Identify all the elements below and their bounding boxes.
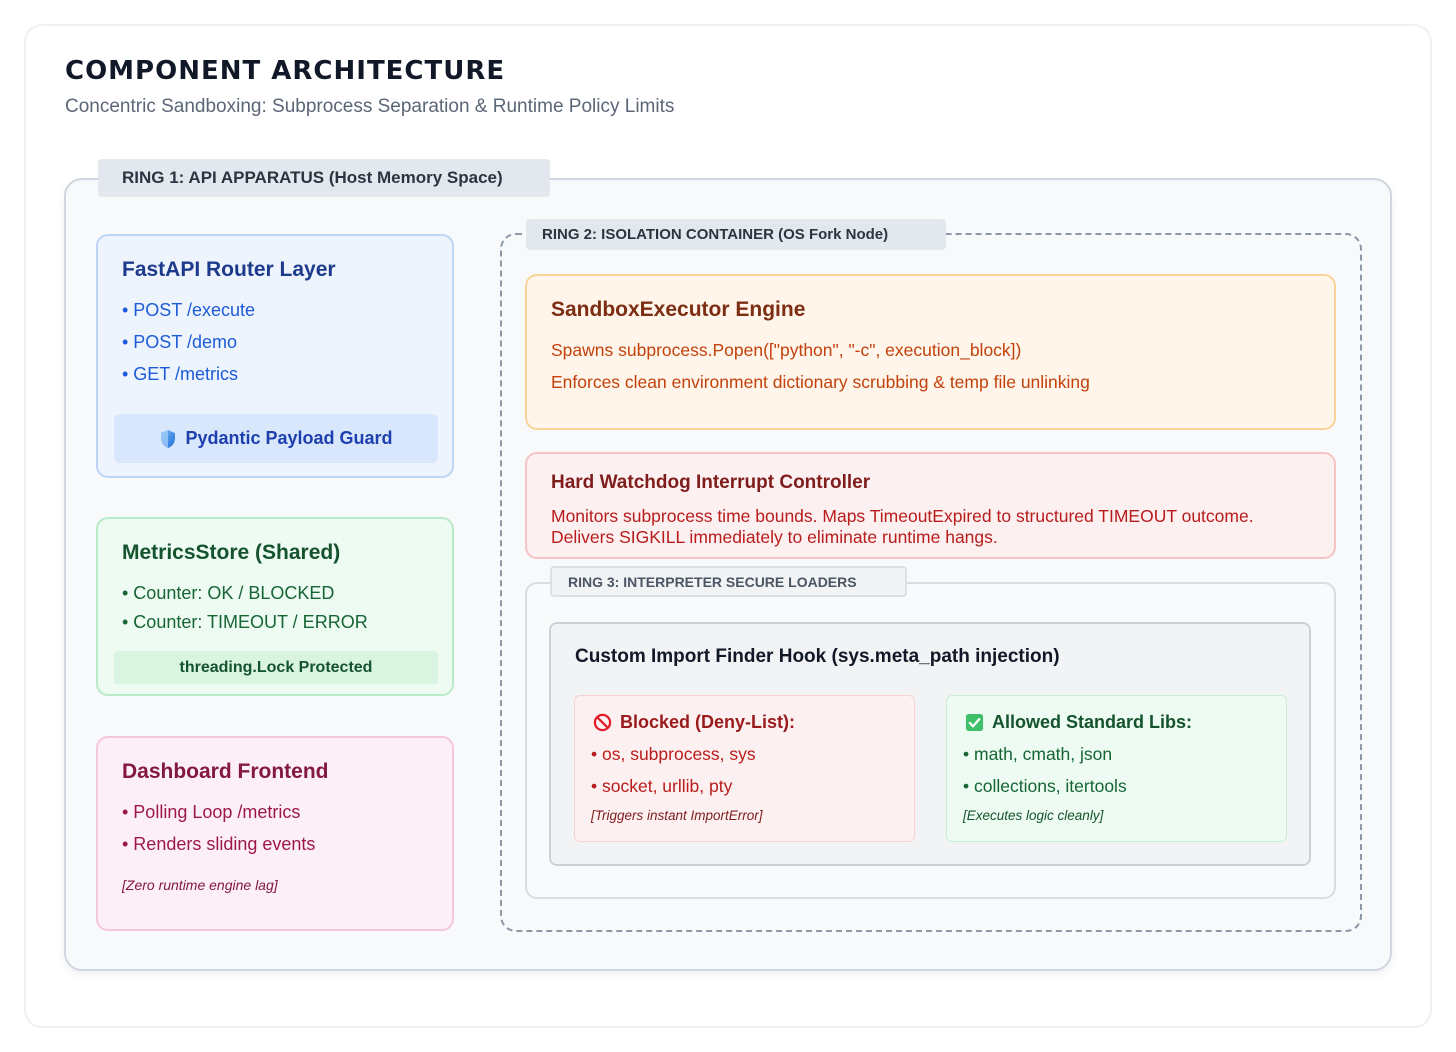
dashboard-note: [Zero runtime engine lag] xyxy=(122,877,278,893)
sandbox-title: SandboxExecutor Engine xyxy=(551,298,806,321)
dashboard-title: Dashboard Frontend xyxy=(122,760,329,783)
route-item: • POST /demo xyxy=(122,332,238,352)
allowed-title: Allowed Standard Libs: xyxy=(992,712,1193,732)
pydantic-guard-badge: Pydantic Payload Guard xyxy=(114,414,438,463)
blocked-item: • os, subprocess, sys xyxy=(591,744,756,764)
allowed-libs-card: Allowed Standard Libs: • math, cmath, js… xyxy=(946,695,1287,842)
fastapi-router-card: FastAPI Router Layer • POST /execute • P… xyxy=(96,234,454,478)
route-item: • GET /metrics xyxy=(122,364,238,384)
watchdog-controller-card: Hard Watchdog Interrupt Controller Monit… xyxy=(525,452,1336,559)
ring3-label: RING 3: INTERPRETER SECURE LOADERS xyxy=(550,566,907,597)
lock-badge: threading.Lock Protected xyxy=(114,651,438,684)
watchdog-title: Hard Watchdog Interrupt Controller xyxy=(551,472,871,493)
counter-item: • Counter: TIMEOUT / ERROR xyxy=(122,612,368,632)
metrics-title: MetricsStore (Shared) xyxy=(122,541,341,564)
watchdog-description: Monitors subprocess time bounds. Maps Ti… xyxy=(551,506,1254,547)
allowed-item: • math, cmath, json xyxy=(963,744,1113,764)
blocked-deny-list-card: Blocked (Deny-List): • os, subprocess, s… xyxy=(574,695,915,842)
blocked-note: [Triggers instant ImportError] xyxy=(591,808,763,823)
route-item: • POST /execute xyxy=(122,300,256,320)
check-box-icon xyxy=(965,713,984,732)
sandbox-line: Enforces clean environment dictionary sc… xyxy=(551,372,1090,392)
dashboard-item: • Polling Loop /metrics xyxy=(122,802,301,822)
ring1-label: RING 1: API APPARATUS (Host Memory Space… xyxy=(98,159,550,197)
fastapi-title: FastAPI Router Layer xyxy=(122,258,336,281)
finder-title: Custom Import Finder Hook (sys.meta_path… xyxy=(575,646,1060,667)
dashboard-item: • Renders sliding events xyxy=(122,834,316,854)
dashboard-frontend-card: Dashboard Frontend • Polling Loop /metri… xyxy=(96,736,454,931)
allowed-note: [Executes logic cleanly] xyxy=(963,808,1104,823)
counter-item: • Counter: OK / BLOCKED xyxy=(122,583,335,603)
sandbox-executor-card: SandboxExecutor Engine Spawns subprocess… xyxy=(525,274,1336,430)
ring2-label: RING 2: ISOLATION CONTAINER (OS Fork Nod… xyxy=(526,219,946,250)
blocked-heading: Blocked (Deny-List): xyxy=(593,712,795,733)
prohibited-icon xyxy=(593,713,612,732)
blocked-title: Blocked (Deny-List): xyxy=(620,712,796,732)
metrics-store-card: MetricsStore (Shared) • Counter: OK / BL… xyxy=(96,517,454,696)
guard-label: Pydantic Payload Guard xyxy=(185,428,393,448)
shield-icon xyxy=(161,429,176,448)
page-subtitle: Concentric Sandboxing: Subprocess Separa… xyxy=(65,96,675,117)
allowed-heading: Allowed Standard Libs: xyxy=(965,712,1192,733)
page-title: COMPONENT ARCHITECTURE xyxy=(65,56,506,86)
allowed-item: • collections, itertools xyxy=(963,776,1127,796)
sandbox-line: Spawns subprocess.Popen(["python", "-c",… xyxy=(551,340,1022,360)
blocked-item: • socket, urllib, pty xyxy=(591,776,733,796)
